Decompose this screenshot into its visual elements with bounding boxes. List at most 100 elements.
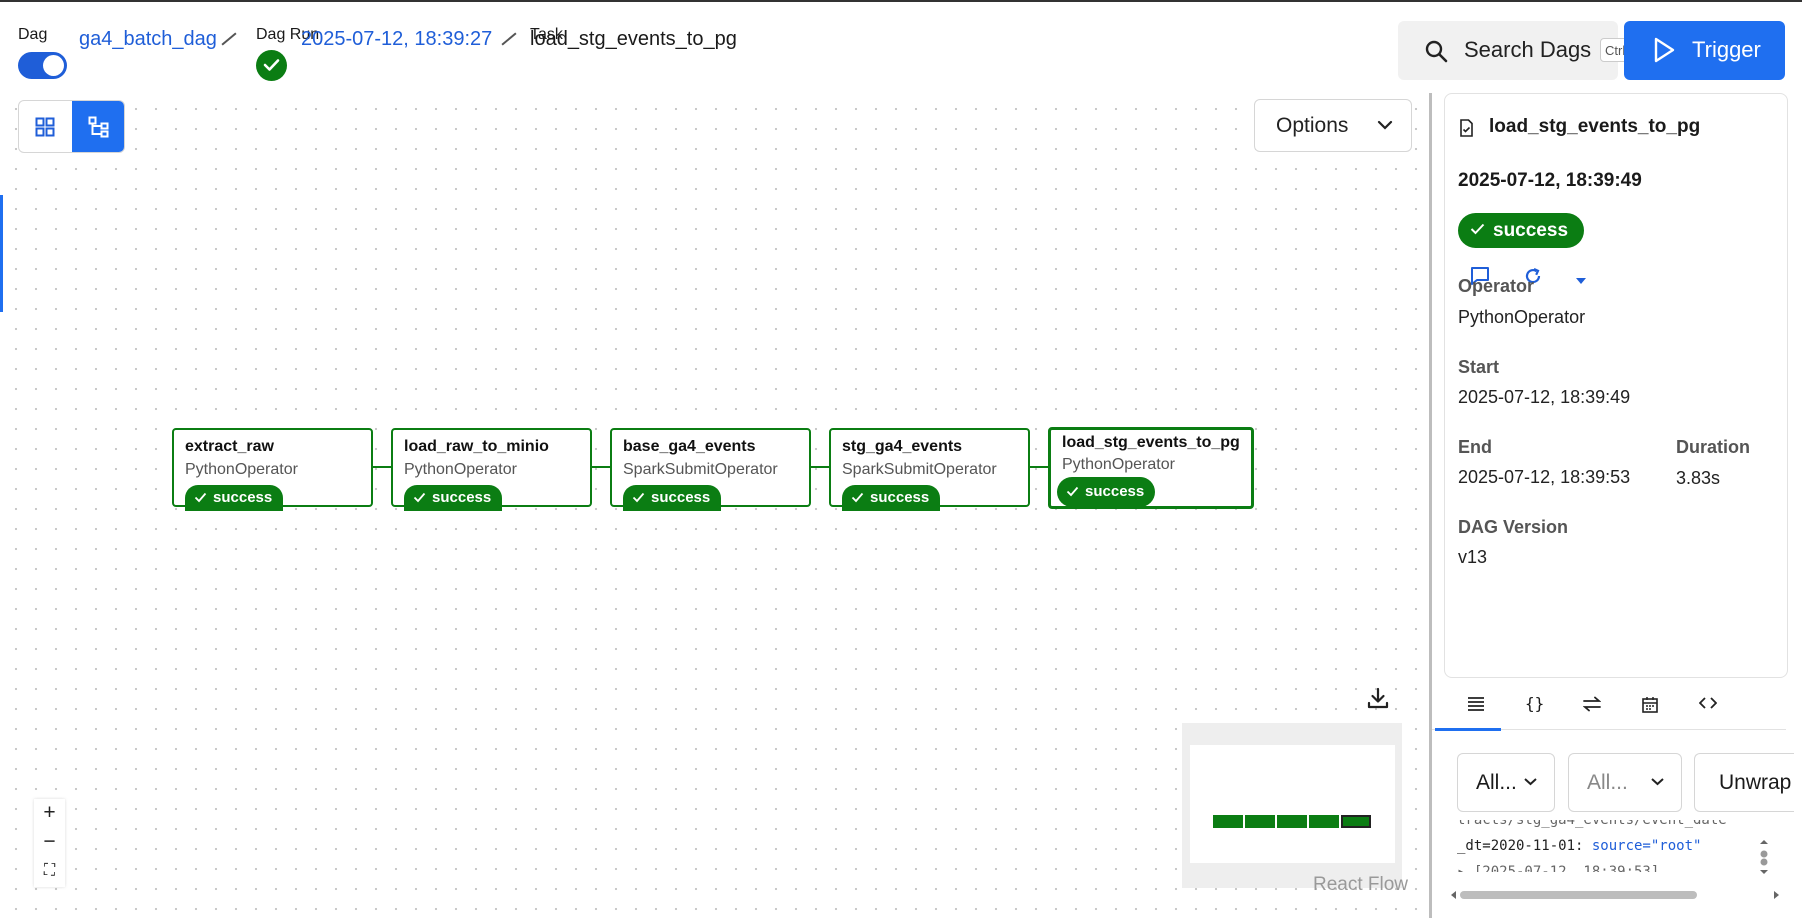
task-node-name: load_stg_events_to_pg: [1062, 434, 1240, 451]
file-icon: [1459, 119, 1474, 142]
log-output: tracts/stg_ga4_events/event_date _dt=202…: [1453, 820, 1755, 872]
start-label: Start: [1458, 357, 1500, 377]
tab-rendered-templates[interactable]: {}: [1525, 694, 1544, 713]
log-line: ▸ [2025-07-12, 18:39:53]: [1457, 864, 1660, 872]
zoom-out-button[interactable]: −: [34, 828, 65, 857]
task-node-name: base_ga4_events: [623, 438, 756, 455]
task-node-operator: PythonOperator: [1062, 456, 1175, 473]
breadcrumb-run-link[interactable]: 2025-07-12, 18:39:27: [301, 28, 492, 51]
log-line-text: _dt=2020-11-01:: [1457, 838, 1592, 854]
more-actions-button[interactable]: [1575, 272, 1587, 290]
check-icon: [851, 492, 864, 502]
task-node-name: load_raw_to_minio: [404, 438, 549, 455]
minimap-node: [1245, 815, 1275, 828]
breadcrumb-task-value: load_stg_events_to_pg: [530, 28, 737, 50]
tab-code[interactable]: [1698, 696, 1718, 715]
task-node-extract-raw[interactable]: extract_raw PythonOperator success: [172, 428, 373, 511]
minimap-viewport: [1190, 745, 1395, 863]
panel-resize-handle[interactable]: [1429, 93, 1432, 918]
log-line: _dt=2020-11-01: source="root": [1457, 838, 1701, 854]
json-icon: {}: [1525, 694, 1545, 713]
duration-label: Duration: [1676, 437, 1750, 457]
scroll-right-icon: [1774, 891, 1779, 899]
task-status-badge: success: [185, 485, 284, 511]
vertical-scrollbar[interactable]: [1758, 838, 1770, 883]
chevron-down-icon: [1377, 120, 1393, 130]
graph-view-button[interactable]: [72, 101, 124, 152]
tab-events[interactable]: [1642, 696, 1658, 718]
play-icon: [1652, 37, 1676, 68]
minimap-node: [1277, 815, 1307, 828]
options-label: Options: [1276, 114, 1349, 137]
task-node-stg-ga4-events[interactable]: stg_ga4_events SparkSubmitOperator succe…: [829, 428, 1030, 511]
search-dags-label: Search Dags: [1464, 37, 1592, 62]
scrollbar-thumb[interactable]: [1460, 891, 1697, 899]
status-badge: success: [1458, 213, 1585, 248]
status-text: success: [1493, 220, 1569, 241]
operator-value: PythonOperator: [1458, 307, 1586, 327]
trigger-button[interactable]: Trigger: [1624, 21, 1785, 80]
breadcrumb-separator: [221, 32, 237, 46]
minimap-node: [1309, 815, 1339, 828]
task-status-text: success: [432, 489, 492, 506]
task-node-load-raw-to-minio[interactable]: load_raw_to_minio PythonOperator success: [391, 428, 592, 511]
task-status-text: success: [651, 489, 711, 506]
task-status-text: success: [1085, 483, 1145, 500]
operator-label: Operator: [1458, 276, 1535, 296]
grid-view-button[interactable]: [19, 101, 72, 152]
dag-version-label: DAG Version: [1458, 517, 1569, 537]
task-status-badge: success: [623, 485, 722, 511]
minimap[interactable]: [1182, 723, 1402, 888]
dag-enabled-toggle[interactable]: [18, 52, 67, 79]
task-status-text: success: [870, 489, 930, 506]
log-level-select[interactable]: All...: [1457, 753, 1555, 812]
task-node-operator: SparkSubmitOperator: [842, 461, 997, 478]
zoom-controls: + − ⛶: [34, 799, 65, 887]
task-status-badge: success: [1057, 477, 1156, 507]
task-node-operator: PythonOperator: [185, 461, 298, 478]
run-success-icon: [256, 50, 287, 81]
search-icon: [1424, 39, 1448, 68]
check-icon: [194, 492, 207, 502]
breadcrumb-separator: [501, 32, 517, 46]
task-details-panel: load_stg_events_to_pg 2025-07-12, 18:39:…: [1444, 93, 1788, 678]
check-icon: [1470, 224, 1485, 235]
task-node-operator: SparkSubmitOperator: [623, 461, 778, 478]
xcom-icon: [1582, 696, 1602, 712]
code-icon: [1698, 697, 1718, 709]
task-node-base-ga4-events[interactable]: base_ga4_events SparkSubmitOperator succ…: [610, 428, 811, 511]
zoom-in-button[interactable]: +: [34, 799, 65, 828]
chevron-down-icon: [1651, 778, 1664, 786]
search-dags-button[interactable]: Search Dags Ctrl+K: [1398, 21, 1630, 80]
task-status-text: success: [213, 489, 273, 506]
task-node-load-stg-events-to-pg[interactable]: load_stg_events_to_pg PythonOperator suc…: [1048, 427, 1254, 509]
dag-version-value: v13: [1458, 547, 1488, 567]
task-try-date: 2025-07-12, 18:39:49: [1458, 170, 1642, 191]
check-icon: [632, 492, 645, 502]
grid-icon: [35, 117, 55, 137]
options-dropdown[interactable]: Options: [1254, 99, 1412, 152]
start-value: 2025-07-12, 18:39:49: [1458, 387, 1631, 407]
unwrap-label: Unwrap: [1719, 771, 1792, 794]
task-status-badge: success: [404, 485, 503, 511]
task-node-name: stg_ga4_events: [842, 438, 963, 455]
scroll-left-icon: [1451, 891, 1456, 899]
log-line: tracts/stg_ga4_events/event_date: [1457, 820, 1727, 828]
left-nav-indicator: [0, 195, 3, 312]
unwrap-button[interactable]: Unwrap: [1694, 753, 1794, 812]
view-mode-toggle: [18, 100, 125, 153]
detail-tabs: {}: [1432, 686, 1786, 731]
fit-view-button[interactable]: ⛶: [34, 857, 65, 886]
react-flow-attribution[interactable]: React Flow: [1313, 874, 1408, 896]
log-source-select[interactable]: All...: [1568, 753, 1682, 812]
log-line-source: source="root": [1591, 838, 1702, 854]
duration-value: 3.83s: [1676, 468, 1721, 488]
minimap-node-selected: [1341, 815, 1371, 828]
check-icon: [1066, 486, 1079, 496]
tab-logs[interactable]: [1435, 696, 1501, 731]
breadcrumb-dag-link[interactable]: ga4_batch_dag: [79, 28, 217, 51]
horizontal-scrollbar[interactable]: [1450, 888, 1780, 902]
tab-xcom[interactable]: [1582, 696, 1602, 717]
download-image-button[interactable]: [1366, 686, 1390, 715]
task-node-name: extract_raw: [185, 438, 274, 455]
